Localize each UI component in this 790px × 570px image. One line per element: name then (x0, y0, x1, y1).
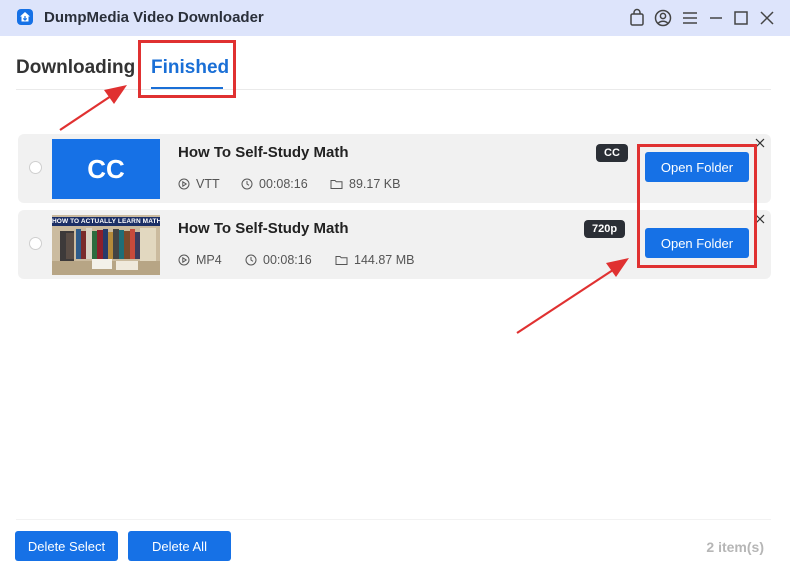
cart-icon[interactable] (627, 8, 647, 28)
annotation-box-finished-tab (138, 40, 236, 98)
arrow-to-finished-tab (59, 85, 127, 131)
format-value: MP4 (196, 253, 222, 267)
format-meta: MP4 (178, 253, 222, 267)
thumbnail-caption: HOW TO ACTUALLY LEARN MATH (52, 217, 160, 226)
item-title: How To Self-Study Math (178, 220, 349, 237)
play-icon (178, 178, 190, 190)
annotation-arrows (59, 85, 629, 334)
item-title: How To Self-Study Math (178, 144, 349, 161)
duration-value: 00:08:16 (259, 177, 308, 191)
play-icon (178, 254, 190, 266)
size-meta: 89.17 KB (330, 177, 400, 191)
account-icon[interactable] (653, 8, 673, 28)
resolution-badge: 720p (584, 220, 626, 238)
clock-icon (241, 178, 253, 190)
annotation-box-open-folder (637, 144, 757, 268)
format-badge: CC (596, 144, 628, 162)
folder-icon (335, 256, 348, 265)
folder-icon (330, 180, 343, 189)
thumbnail-cc: CC (52, 139, 160, 199)
thumbnail-video: HOW TO ACTUALLY LEARN MATH (52, 215, 160, 275)
size-value: 144.87 MB (354, 253, 415, 267)
footer-divider (16, 519, 771, 520)
app-title: DumpMedia Video Downloader (44, 9, 264, 26)
maximize-icon[interactable] (731, 8, 751, 28)
size-meta: 144.87 MB (335, 253, 414, 267)
duration-value: 00:08:16 (263, 253, 312, 267)
delete-all-button[interactable]: Delete All (128, 531, 231, 561)
format-value: VTT (196, 177, 220, 191)
minimize-icon[interactable] (706, 8, 726, 28)
select-radio[interactable] (29, 161, 42, 174)
close-icon[interactable] (757, 8, 777, 28)
item-count: 2 item(s) (706, 539, 764, 555)
tabs-divider (16, 89, 771, 90)
app-logo-icon (17, 9, 33, 25)
size-value: 89.17 KB (349, 177, 401, 191)
format-meta: VTT (178, 177, 220, 191)
clock-icon (245, 254, 257, 266)
thumbnail-label: CC (87, 153, 125, 184)
tab-downloading[interactable]: Downloading (16, 57, 135, 79)
menu-icon[interactable] (680, 8, 700, 28)
title-bar: DumpMedia Video Downloader (0, 0, 790, 36)
delete-select-button[interactable]: Delete Select (15, 531, 118, 561)
select-radio[interactable] (29, 237, 42, 250)
duration-meta: 00:08:16 (241, 177, 308, 191)
duration-meta: 00:08:16 (245, 253, 312, 267)
